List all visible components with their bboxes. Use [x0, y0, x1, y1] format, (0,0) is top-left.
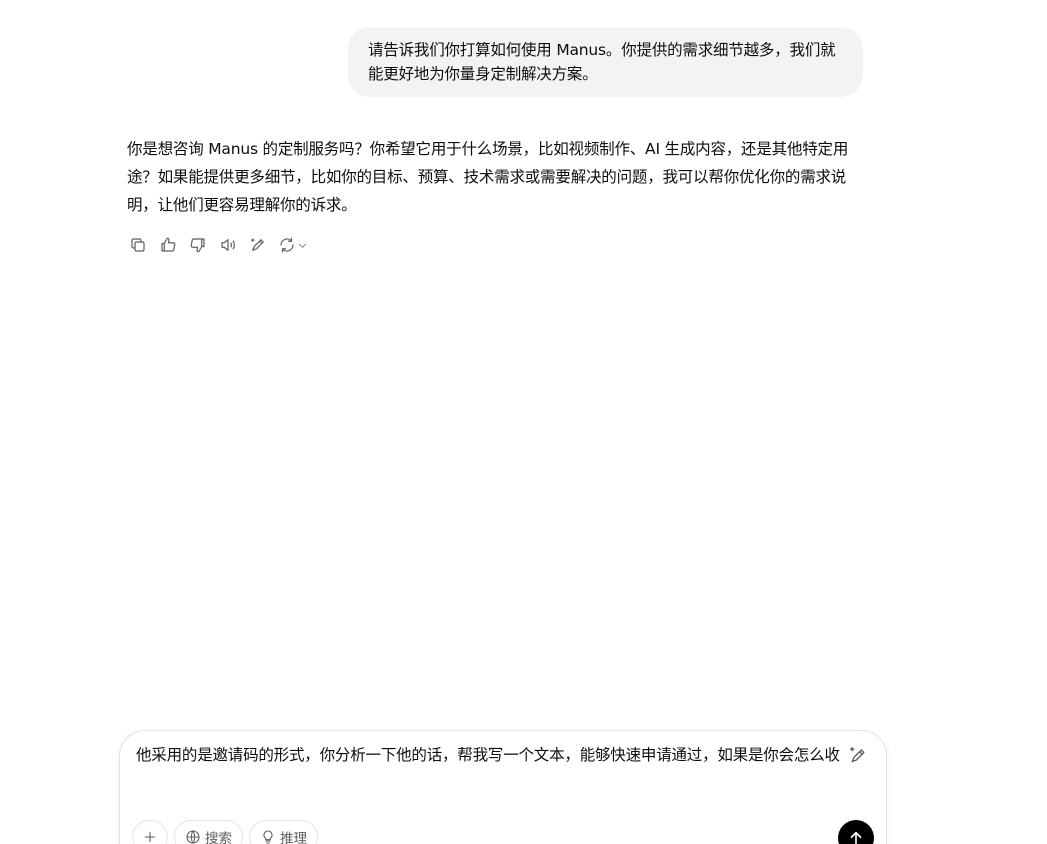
composer-input[interactable]: 他采用的是邀请码的形式，你分析一下他的话，帮我写一个文本，能够快速申请通过，如果… — [136, 743, 846, 767]
magic-pen-icon — [849, 746, 865, 763]
globe-icon — [186, 830, 200, 844]
arrow-up-icon — [850, 831, 862, 844]
read-aloud-button[interactable] — [217, 234, 239, 256]
search-button[interactable]: 搜索 — [174, 820, 243, 844]
assistant-message: 你是想咨询 Manus 的定制服务吗？你希望它用于什么场景，比如视频制作、AI … — [127, 135, 869, 219]
regenerate-icon — [280, 237, 294, 253]
message-composer[interactable]: 他采用的是邀请码的形式，你分析一下他的话，帮我写一个文本，能够快速申请通过，如果… — [119, 730, 887, 844]
attach-button[interactable] — [132, 820, 168, 844]
reason-button[interactable]: 推理 — [249, 820, 318, 844]
copy-button[interactable] — [127, 234, 149, 256]
thumbs-down-icon — [190, 238, 205, 253]
thumbs-up-icon — [161, 237, 176, 252]
message-action-bar — [127, 233, 309, 257]
thumbs-up-button[interactable] — [157, 234, 179, 256]
send-button[interactable] — [838, 820, 874, 844]
chevron-down-icon — [298, 243, 307, 248]
plus-icon — [144, 831, 156, 843]
assistant-message-text: 你是想咨询 Manus 的定制服务吗？你希望它用于什么场景，比如视频制作、AI … — [127, 140, 849, 214]
composer-magic-edit-button[interactable] — [846, 743, 870, 767]
composer-toolbar: 搜索 推理 — [132, 820, 318, 844]
user-message-text: 请告诉我们你打算如何使用 Manus。你提供的需求细节越多，我们就能更好地为你量… — [368, 41, 836, 83]
copy-icon — [131, 238, 145, 252]
reason-label: 推理 — [280, 831, 307, 844]
read-aloud-icon — [221, 239, 235, 251]
thumbs-down-button[interactable] — [187, 234, 209, 256]
edit-magic-button[interactable] — [247, 234, 269, 256]
lightbulb-icon — [263, 830, 273, 844]
regenerate-button[interactable] — [277, 234, 309, 256]
chat-page: 请告诉我们你打算如何使用 Manus。你提供的需求细节越多，我们就能更好地为你量… — [0, 0, 1047, 844]
user-message-bubble: 请告诉我们你打算如何使用 Manus。你提供的需求细节越多，我们就能更好地为你量… — [348, 27, 863, 97]
search-label: 搜索 — [205, 831, 232, 844]
edit-magic-icon — [251, 238, 264, 251]
